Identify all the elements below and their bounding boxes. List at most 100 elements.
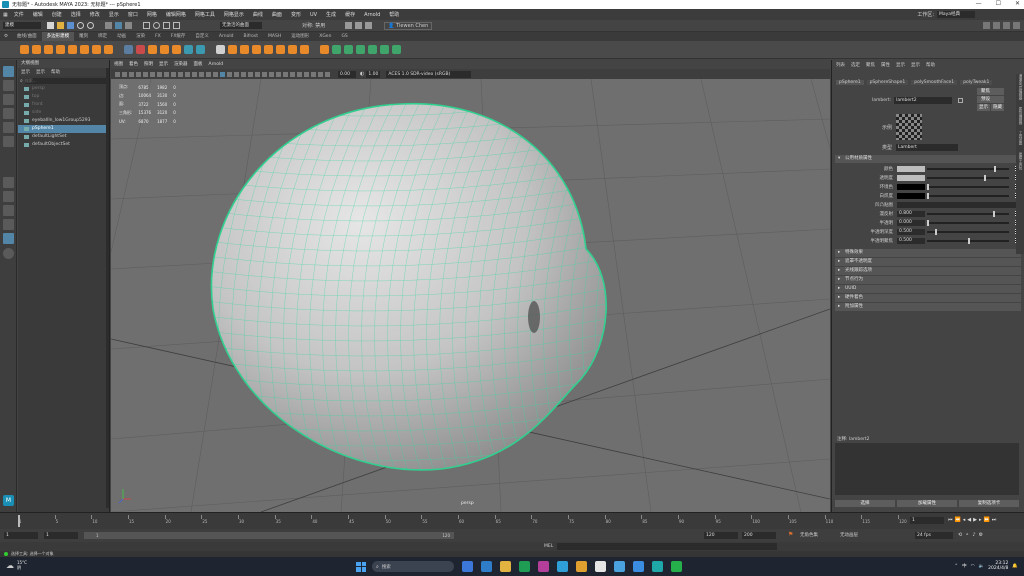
grid-icon[interactable] (164, 71, 169, 77)
menu-create[interactable]: 创建 (52, 11, 62, 18)
attribute-slider[interactable] (927, 228, 1009, 235)
gate-mask-icon[interactable] (185, 71, 190, 77)
scale-tool-icon[interactable] (3, 136, 14, 147)
attribute-slider[interactable] (927, 192, 1009, 199)
attr-menu-focus[interactable]: 聚焦 (866, 62, 875, 68)
shelf-tool-4-icon[interactable] (56, 45, 65, 54)
playback-settings-icon[interactable]: ⚙ (979, 532, 983, 538)
menu-select[interactable]: 选择 (71, 11, 81, 18)
depth-of-field-icon[interactable] (318, 71, 323, 77)
menu-modify[interactable]: 修改 (90, 11, 100, 18)
xray-components-icon[interactable] (269, 71, 274, 77)
shelf-tool-20-icon[interactable] (264, 45, 273, 54)
four-pane-layout-icon[interactable] (3, 191, 14, 202)
shelf-tab-mash[interactable]: MASH (263, 32, 286, 41)
single-pane-layout-icon[interactable] (3, 177, 14, 188)
outliner-item[interactable]: eyeballIn_low1Group5293 (18, 117, 109, 125)
menu-display[interactable]: 显示 (109, 11, 119, 18)
attr-menu-list[interactable]: 列表 (836, 62, 845, 68)
taskbar-pinned-app-2-icon[interactable] (614, 561, 625, 572)
select-camera-icon[interactable] (115, 71, 120, 77)
shelf-tab-rigging[interactable]: 绑定 (93, 32, 112, 41)
notes-field[interactable] (835, 443, 1019, 495)
attr-tab-psphere[interactable]: pSphere1 (836, 79, 864, 85)
close-button[interactable]: ✕ (1015, 0, 1020, 7)
command-lang[interactable]: MEL (544, 544, 553, 549)
attribute-value-field[interactable]: 0.500 (897, 237, 925, 244)
shelf-tool-16-icon[interactable] (216, 45, 225, 54)
viewport-menu-lighting[interactable]: 照明 (144, 60, 153, 69)
attr-menu-show[interactable]: 显示 (896, 62, 905, 68)
colorspace-select[interactable]: ACES 1.0 SDR-video (sRGB) (386, 70, 472, 78)
side-tab-channel-box[interactable]: 通道盒/层编辑器 (1019, 74, 1023, 100)
shelf-tool-17-icon[interactable] (228, 45, 237, 54)
snap-grid-icon[interactable] (143, 22, 150, 29)
loop-icon[interactable]: ⟲ (958, 532, 962, 538)
resolution-gate-icon[interactable] (178, 71, 183, 77)
audio-icon[interactable]: ♪ (972, 532, 975, 538)
shelf-tab-animation[interactable]: 动画 (112, 32, 131, 41)
side-tab-attribute-editor[interactable]: 属性编辑器 (1019, 107, 1023, 125)
range-start-field[interactable]: 1 (44, 532, 78, 539)
shelf-tool-5-icon[interactable] (68, 45, 77, 54)
outliner-menu-display[interactable]: 显示 (21, 69, 30, 75)
shelf-tab-bifrost[interactable]: Bifrost (238, 32, 263, 41)
shelf-tool-24-icon[interactable] (320, 45, 329, 54)
taskbar-edge-icon[interactable] (519, 561, 530, 572)
shelf-tab-custom[interactable]: 自定义 (190, 32, 214, 41)
hide-button[interactable]: 隐藏 (991, 104, 1004, 111)
menu-uv[interactable]: UV (310, 12, 317, 18)
xray-icon[interactable] (255, 71, 260, 77)
shelf-menu-icon[interactable]: ⚙ (0, 32, 12, 41)
maya-logo-icon[interactable]: M (3, 495, 14, 506)
menu-mesh-display[interactable]: 网格显示 (224, 11, 244, 18)
color-swatch[interactable] (897, 174, 925, 181)
shelf-tool-6-icon[interactable] (80, 45, 89, 54)
taskbar-folder-icon[interactable] (500, 561, 511, 572)
step-back-key-icon[interactable]: ⏪ (955, 517, 961, 523)
ime-indicator[interactable]: 中 (962, 563, 967, 569)
network-icon[interactable]: ◠ (971, 564, 975, 569)
search-icon[interactable] (3, 248, 14, 259)
node-link-icon[interactable] (958, 98, 964, 103)
bump-map-field[interactable] (897, 201, 1018, 208)
shelf-tab-arnold[interactable]: Arnold (214, 32, 239, 41)
shelf-tab-fx-caching[interactable]: FX缓存 (166, 32, 191, 41)
step-forward-frame-icon[interactable]: ▸ (979, 517, 982, 523)
collapsed-section[interactable]: 节点行为 (835, 276, 1021, 284)
focus-button[interactable]: 聚焦 (977, 88, 1004, 95)
gamma-icon[interactable]: ◐ (360, 71, 364, 77)
load-attributes-button[interactable]: 加载属性 (897, 500, 957, 507)
taskbar-maya-icon[interactable] (633, 561, 644, 572)
taskbar-search[interactable]: ⌕ 搜索 (372, 561, 454, 572)
shelf-tool-18-icon[interactable] (240, 45, 249, 54)
shelf-tool-7-icon[interactable] (92, 45, 101, 54)
time-slider[interactable]: 1 5 10 15 20 25 30 35 40 45 50 55 60 65 70 75 80 85 90 95 10… (0, 512, 1024, 529)
viewport-menu-show[interactable]: 显示 (159, 60, 168, 69)
mode-select[interactable]: 建模 (3, 22, 41, 29)
save-scene-icon[interactable] (67, 22, 74, 29)
select-object-icon[interactable] (115, 22, 122, 29)
live-surface-field[interactable]: 无激活的曲面 (220, 22, 262, 29)
toggle-channel-box-icon[interactable] (1013, 22, 1020, 29)
menu-deform[interactable]: 变形 (291, 11, 301, 18)
play-back-icon[interactable]: ◀ (967, 517, 971, 523)
image-plane-icon[interactable] (143, 71, 148, 77)
shelf-tool-26-icon[interactable] (344, 45, 353, 54)
shelf-tool-21-icon[interactable] (276, 45, 285, 54)
shelf-tool-1-icon[interactable] (20, 45, 29, 54)
attribute-slider[interactable] (927, 165, 1009, 172)
side-by-side-layout-icon[interactable] (3, 205, 14, 216)
range-end-field[interactable]: 120 (704, 532, 738, 539)
textured-icon[interactable] (276, 71, 281, 77)
shelf-tool-19-icon[interactable] (252, 45, 261, 54)
workspace-select[interactable]: Maya经典 (937, 11, 975, 18)
outliner-item[interactable]: top (18, 93, 109, 101)
shelf-tab-motion-graphics[interactable]: 运动图形 (286, 32, 314, 41)
viewport-panel[interactable]: 视图 着色 照明 显示 渲染器 面板 Arnold 0.00 ◐ 1.00 AC… (111, 60, 830, 512)
shelf-tool-23-icon[interactable] (300, 45, 309, 54)
camera-attributes-icon[interactable] (129, 71, 134, 77)
attribute-slider[interactable] (927, 237, 1009, 244)
maximize-button[interactable]: ☐ (996, 0, 1001, 7)
taskbar-date[interactable]: 2024/4/8 (988, 566, 1008, 571)
